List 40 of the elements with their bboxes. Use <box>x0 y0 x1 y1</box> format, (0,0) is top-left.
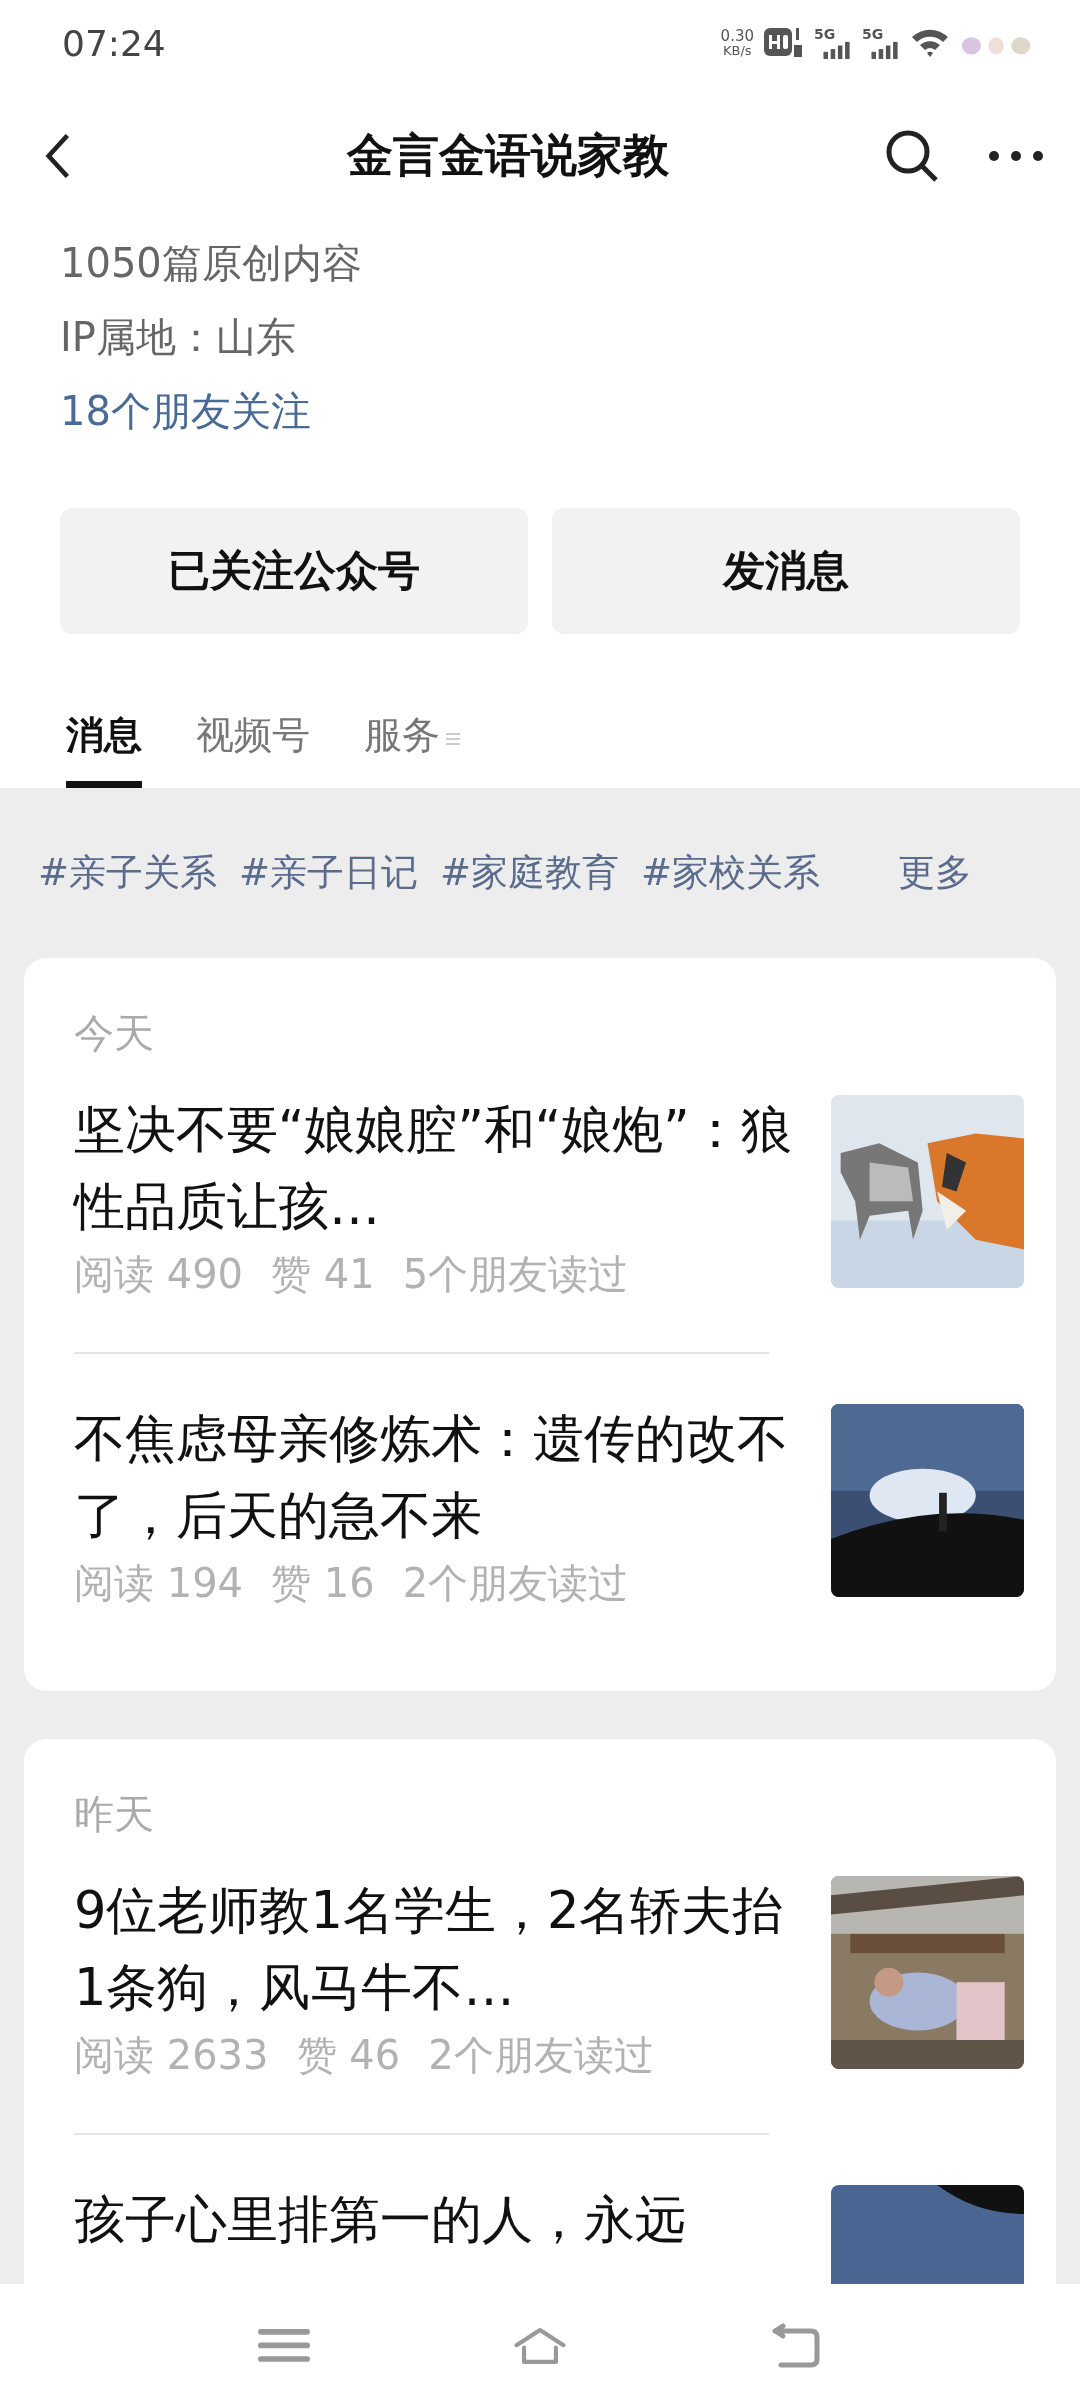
article-title[interactable]: 孩子心里排第一的人，永远 <box>74 2181 799 2258</box>
read-count: 阅读 490 <box>74 1250 244 1299</box>
back-icon[interactable] <box>44 131 72 181</box>
wifi-icon <box>910 27 950 59</box>
hd-icon <box>764 26 804 60</box>
clock-time: 07:24 <box>62 22 166 64</box>
network-type: 5G <box>862 27 884 41</box>
more-link[interactable]: 更多 <box>898 848 973 898</box>
message-button[interactable]: 发消息 <box>552 508 1020 634</box>
article-count: 1050篇原创内容 <box>60 239 363 288</box>
topic-tag[interactable]: #亲子日记 <box>239 848 419 898</box>
followed-button[interactable]: 已关注公众号 <box>60 508 528 634</box>
like-count: 赞 46 <box>296 2031 401 2080</box>
date-label: 昨天 <box>74 1790 155 1839</box>
friends-following-link[interactable]: 18个朋友关注 <box>60 374 1020 448</box>
signal-icon <box>822 41 852 59</box>
topic-tag[interactable]: #家庭教育 <box>440 848 620 898</box>
like-count: 赞 41 <box>271 1250 375 1299</box>
read-count: 阅读 2633 <box>74 2031 269 2080</box>
network-speed: 0.30 <box>720 29 754 44</box>
article-title[interactable]: 9位老师教1名学生，2名轿夫抬1条狗，风马牛不… <box>74 1872 799 2026</box>
article-title[interactable]: 不焦虑母亲修炼术：遗传的改不了，后天的急不来 <box>74 1400 799 1554</box>
speed-unit: KB/s <box>723 44 752 57</box>
friends-read: 5个朋友读过 <box>402 1250 629 1299</box>
network-type: 5G <box>814 27 836 41</box>
friends-read: 2个朋友读过 <box>428 2031 654 2080</box>
article-title[interactable]: 坚决不要“娘娘腔”和“娘炮”：狼性品质让孩… <box>74 1091 799 1245</box>
like-count: 赞 16 <box>271 1559 375 1608</box>
read-count: 阅读 194 <box>74 1559 244 1608</box>
tab[interactable]: 服务 <box>364 690 440 788</box>
date-label: 今天 <box>74 1009 155 1058</box>
tab[interactable]: 视频号 <box>196 690 310 788</box>
page-title: 金言金语说家教 <box>345 127 670 184</box>
friends-read: 2个朋友读过 <box>402 1559 629 1608</box>
topic-tag[interactable]: #家校关系 <box>641 848 821 898</box>
search-icon[interactable] <box>884 128 940 184</box>
topic-tag[interactable]: #亲子关系 <box>38 848 217 898</box>
signal-icon <box>870 41 900 59</box>
ip-location: IP属地：山东 <box>60 313 297 362</box>
more-icon[interactable] <box>988 150 1044 162</box>
